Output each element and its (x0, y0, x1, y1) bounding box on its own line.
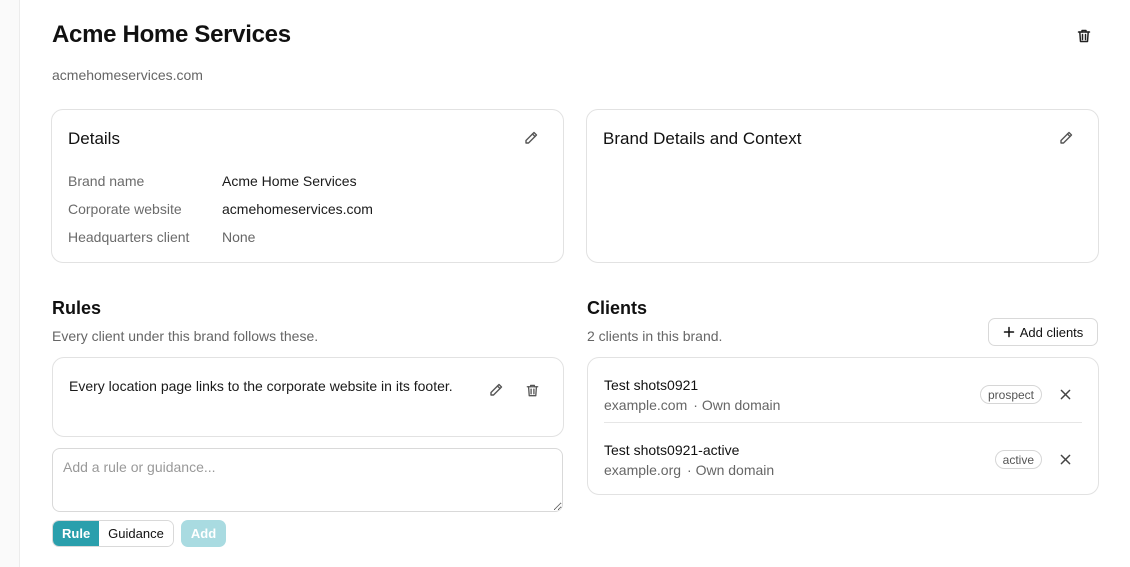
remove-client-button[interactable] (1056, 450, 1074, 468)
edit-rule-button[interactable] (485, 379, 507, 401)
detail-row-corporate-website: Corporate website acmehomeservices.com (68, 200, 373, 218)
status-badge: active (994, 450, 1042, 469)
rule-input[interactable] (52, 448, 563, 512)
brand-context-card: Brand Details and Context (586, 109, 1099, 263)
pencil-icon (490, 383, 503, 396)
rule-type-guidance[interactable]: Guidance (99, 521, 173, 546)
rule-item: Every location page links to the corpora… (52, 357, 564, 437)
client-meta: example.org · Own domain (604, 461, 774, 479)
edit-details-button[interactable] (520, 127, 542, 149)
status-badge: prospect (979, 385, 1042, 404)
page-header: Acme Home Services acmehomeservices.com (52, 18, 1100, 88)
left-rail (0, 0, 20, 567)
rule-text: Every location page links to the corpora… (69, 378, 453, 394)
client-row: Test shots0921-active example.org · Own … (604, 423, 1082, 488)
page-subtitle: acmehomeservices.com (52, 67, 203, 83)
pencil-icon (1060, 131, 1073, 144)
client-name[interactable]: Test shots0921 (604, 376, 698, 394)
close-icon (1060, 454, 1070, 464)
rules-subtitle: Every client under this brand follows th… (52, 328, 319, 344)
delete-brand-button[interactable] (1074, 26, 1094, 46)
client-domain: example.org (604, 462, 682, 478)
detail-label: Headquarters client (68, 229, 190, 245)
delete-rule-button[interactable] (521, 379, 543, 401)
detail-value: None (222, 229, 256, 245)
detail-value: Acme Home Services (222, 173, 357, 189)
client-domain-type: · Own domain (693, 397, 781, 413)
client-domain: example.com (604, 397, 688, 413)
clients-title: Clients (587, 298, 648, 318)
trash-icon (526, 384, 538, 396)
rule-type-toggle: Rule Guidance (52, 520, 174, 547)
rules-title: Rules (52, 298, 102, 318)
pencil-icon (525, 131, 538, 144)
trash-icon (1077, 29, 1091, 43)
edit-brand-context-button[interactable] (1055, 127, 1077, 149)
plus-icon (1003, 326, 1014, 338)
client-name[interactable]: Test shots0921-active (604, 441, 739, 459)
detail-row-headquarters-client: Headquarters client None (68, 228, 255, 246)
clients-subtitle: 2 clients in this brand. (587, 328, 723, 344)
rule-type-rule[interactable]: Rule (53, 521, 100, 546)
detail-label: Brand name (68, 173, 145, 189)
client-row: Test shots0921 example.com · Own domain … (604, 358, 1082, 423)
page-title: Acme Home Services (52, 21, 291, 48)
brand-context-title: Brand Details and Context (603, 129, 802, 148)
clients-card: Test shots0921 example.com · Own domain … (587, 357, 1099, 495)
detail-label: Corporate website (68, 201, 182, 217)
client-meta: example.com · Own domain (604, 396, 780, 414)
add-rule-button[interactable]: Add (181, 520, 226, 547)
close-icon (1060, 389, 1070, 399)
detail-row-brand-name: Brand name Acme Home Services (68, 172, 357, 190)
add-clients-label: Add clients (1019, 324, 1084, 340)
details-card: Details Brand name Acme Home Services Co… (51, 109, 564, 263)
add-clients-button[interactable]: Add clients (988, 318, 1098, 346)
remove-client-button[interactable] (1056, 385, 1074, 403)
client-domain-type: · Own domain (687, 462, 775, 478)
detail-value: acmehomeservices.com (222, 201, 373, 217)
details-title: Details (68, 129, 120, 148)
